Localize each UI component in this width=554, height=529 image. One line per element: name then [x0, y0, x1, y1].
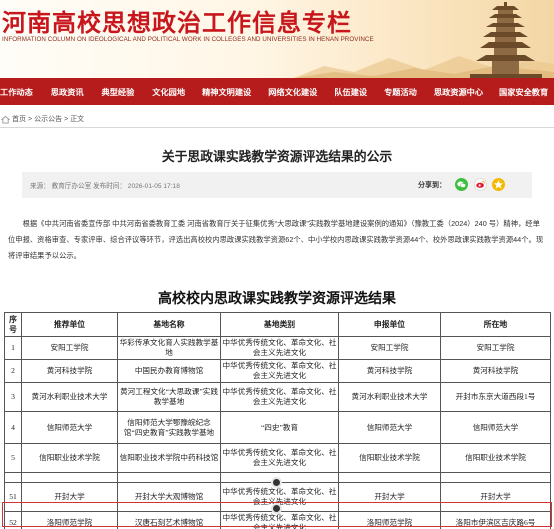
table-cell: 开封市东京大道西段1号 [440, 382, 551, 412]
table-header: 所在地 [440, 312, 551, 337]
nav-item-ideology-news[interactable]: 思政资讯 [51, 86, 84, 98]
site-title: 河南高校思想政治工作信息专栏 [2, 8, 352, 37]
article-meta-bar: 来源： 教育厅办公室 发布时间： 2026-01-05 17:18 分享到： [22, 172, 532, 198]
nav-item-national-security[interactable]: 国家安全教育 [499, 86, 548, 98]
article-source: 来源： 教育厅办公室 发布时间： 2026-01-05 17:18 [30, 183, 180, 190]
main-nav: 工作动态 思政资讯 典型经验 文化园地 精神文明建设 网络文化建设 队伍建设 专… [0, 78, 554, 105]
table-row: 3 黄河水利职业技术大学 黄河工程文化“大思政课”实践教学基地 中华优秀传统文化… [4, 382, 551, 412]
table-cell: 中华优秀传统文化、革命文化、社会主义先进文化 [220, 443, 339, 473]
table-cell: 信阳职业技术学院 [440, 443, 551, 473]
nav-item-civilization[interactable]: 精神文明建设 [202, 86, 251, 98]
nav-item-work-news[interactable]: 工作动态 [0, 86, 33, 98]
article-paragraph: 根据《中共河南省委宣传部 中共河南省委教育工委 河南省教育厅关于征集优秀“大思政… [8, 219, 544, 260]
table-cell-index: 3 [4, 382, 22, 412]
table-header-row: 序号 推荐单位 基地名称 基地类别 申报单位 所在地 [4, 312, 551, 337]
pagoda-icon [470, 2, 542, 78]
table-cell: 开封大学大观博物馆 [117, 482, 221, 512]
table-cell: 黄河水利职业技术大学 [338, 382, 441, 412]
cursor-indicator-icon [271, 503, 282, 514]
table-cell: 信阳师范大学鄂豫皖纪念馆“四史教育”实践教学基地 [117, 411, 221, 444]
table-cell: 信阳师范大学 [21, 411, 118, 444]
home-icon [1, 115, 10, 124]
site-subtitle: INFORMATION COLUMN ON IDEOLOGICAL AND PO… [2, 36, 374, 43]
nav-item-team-building[interactable]: 队伍建设 [334, 86, 367, 98]
table-cell: 华彩传承文化育人实践教学基地 [117, 336, 221, 360]
table-cell: 黄河科技学院 [21, 359, 118, 383]
table-header: 申报单位 [338, 312, 441, 337]
table-cell: 开封大学 [338, 482, 441, 512]
table-cell: 信阳职业技术学院中药科技馆 [117, 443, 221, 473]
nav-item-network-culture[interactable]: 网络文化建设 [268, 86, 317, 98]
table-cell: 安阳工学院 [21, 336, 118, 360]
share-label: 分享到： [418, 182, 446, 189]
table-cell: 中华优秀传统文化、革命文化、社会主义先进文化 [220, 511, 339, 529]
table-cell: 信阳职业技术学院 [21, 443, 118, 473]
table-cell: 中华优秀传统文化、革命文化、社会主义先进文化 [220, 336, 339, 360]
article-title: 关于思政课实践教学资源评选结果的公示 [161, 149, 393, 164]
table-row: 1 安阳工学院 华彩传承文化育人实践教学基地 中华优秀传统文化、革命文化、社会主… [4, 336, 551, 360]
table-cell: “四史”教育 [220, 411, 339, 444]
breadcrumb-separator: > [28, 115, 33, 123]
qzone-icon[interactable] [492, 178, 505, 191]
table-cell-index: 52 [4, 511, 22, 529]
table-header: 序号 [4, 312, 22, 337]
table-cell: 安阳工学院 [440, 336, 551, 360]
table-cell: 黄河科技学院 [440, 359, 551, 383]
table-header: 基地类别 [220, 312, 339, 337]
table-cell: 黄河水利职业技术大学 [21, 382, 118, 412]
table-row: 4 信阳师范大学 信阳师范大学鄂豫皖纪念馆“四史教育”实践教学基地 “四史”教育… [4, 411, 551, 444]
breadcrumb: 首页 > 公示公告 > 正文 [0, 112, 554, 126]
table-cell: 安阳工学院 [338, 336, 441, 360]
breadcrumb-home[interactable]: 首页 [12, 114, 26, 124]
table-cell: 洛阳市伊滨区吉庆路6号 [440, 511, 551, 529]
table-cell: 黄河工程文化“大思政课”实践教学基地 [117, 382, 221, 412]
table-header: 基地名称 [117, 312, 221, 337]
nav-item-culture-garden[interactable]: 文化园地 [152, 86, 185, 98]
table-cell: 开封大学 [440, 482, 551, 512]
breadcrumb-separator: > [64, 115, 69, 123]
table-cell: 中华优秀传统文化、革命文化、社会主义先进文化 [220, 359, 339, 383]
table-cell-index: 4 [4, 411, 22, 444]
table-row: 2 黄河科技学院 中国民办教育博物馆 中华优秀传统文化、革命文化、社会主义先进文… [4, 359, 551, 383]
table-cell: 中国民办教育博物馆 [117, 359, 221, 383]
weibo-icon[interactable] [474, 178, 487, 191]
table-cell-index: 1 [4, 336, 22, 360]
table-cell: 信阳师范大学 [338, 411, 441, 444]
table-cell: 信阳师范大学 [440, 411, 551, 444]
breadcrumb-section[interactable]: 公示公告 [34, 114, 62, 124]
nav-item-resource-center[interactable]: 思政资源中心 [434, 86, 483, 98]
table-header: 推荐单位 [21, 312, 118, 337]
table-cell-index: 51 [4, 482, 22, 512]
table-cell: 信阳职业技术学院 [338, 443, 441, 473]
divider [0, 127, 554, 128]
wechat-icon[interactable] [455, 178, 468, 191]
table-row: 5 信阳职业技术学院 信阳职业技术学院中药科技馆 中华优秀传统文化、革命文化、社… [4, 443, 551, 473]
table-cell: 洛阳师范学院 [21, 511, 118, 529]
table-cell: 黄河科技学院 [338, 359, 441, 383]
table-cell: 中华优秀传统文化、革命文化、社会主义先进文化 [220, 382, 339, 412]
results-table: 序号 推荐单位 基地名称 基地类别 申报单位 所在地 1 安阳工学院 华彩传承文… [4, 312, 551, 529]
nav-item-typical-experience[interactable]: 典型经验 [102, 86, 135, 98]
nav-item-special-events[interactable]: 专题活动 [384, 86, 417, 98]
cursor-indicator-icon [271, 477, 282, 488]
breadcrumb-current: 正文 [70, 116, 85, 123]
site-banner: 河南高校思想政治工作信息专栏 INFORMATION COLUMN ON IDE… [0, 0, 554, 78]
table-title: 高校校内思政课实践教学资源评选结果 [158, 291, 396, 307]
table-cell-index: 5 [4, 443, 22, 473]
table-cell: 洛阳师范学院 [338, 511, 441, 529]
table-row-highlighted: 52 洛阳师范学院 汉唐石刻艺术博物馆 中华优秀传统文化、革命文化、社会主义先进… [4, 511, 551, 529]
table-cell: 汉唐石刻艺术博物馆 [117, 511, 221, 529]
table-cell-index: 2 [4, 359, 22, 383]
table-cell: 开封大学 [21, 482, 118, 512]
